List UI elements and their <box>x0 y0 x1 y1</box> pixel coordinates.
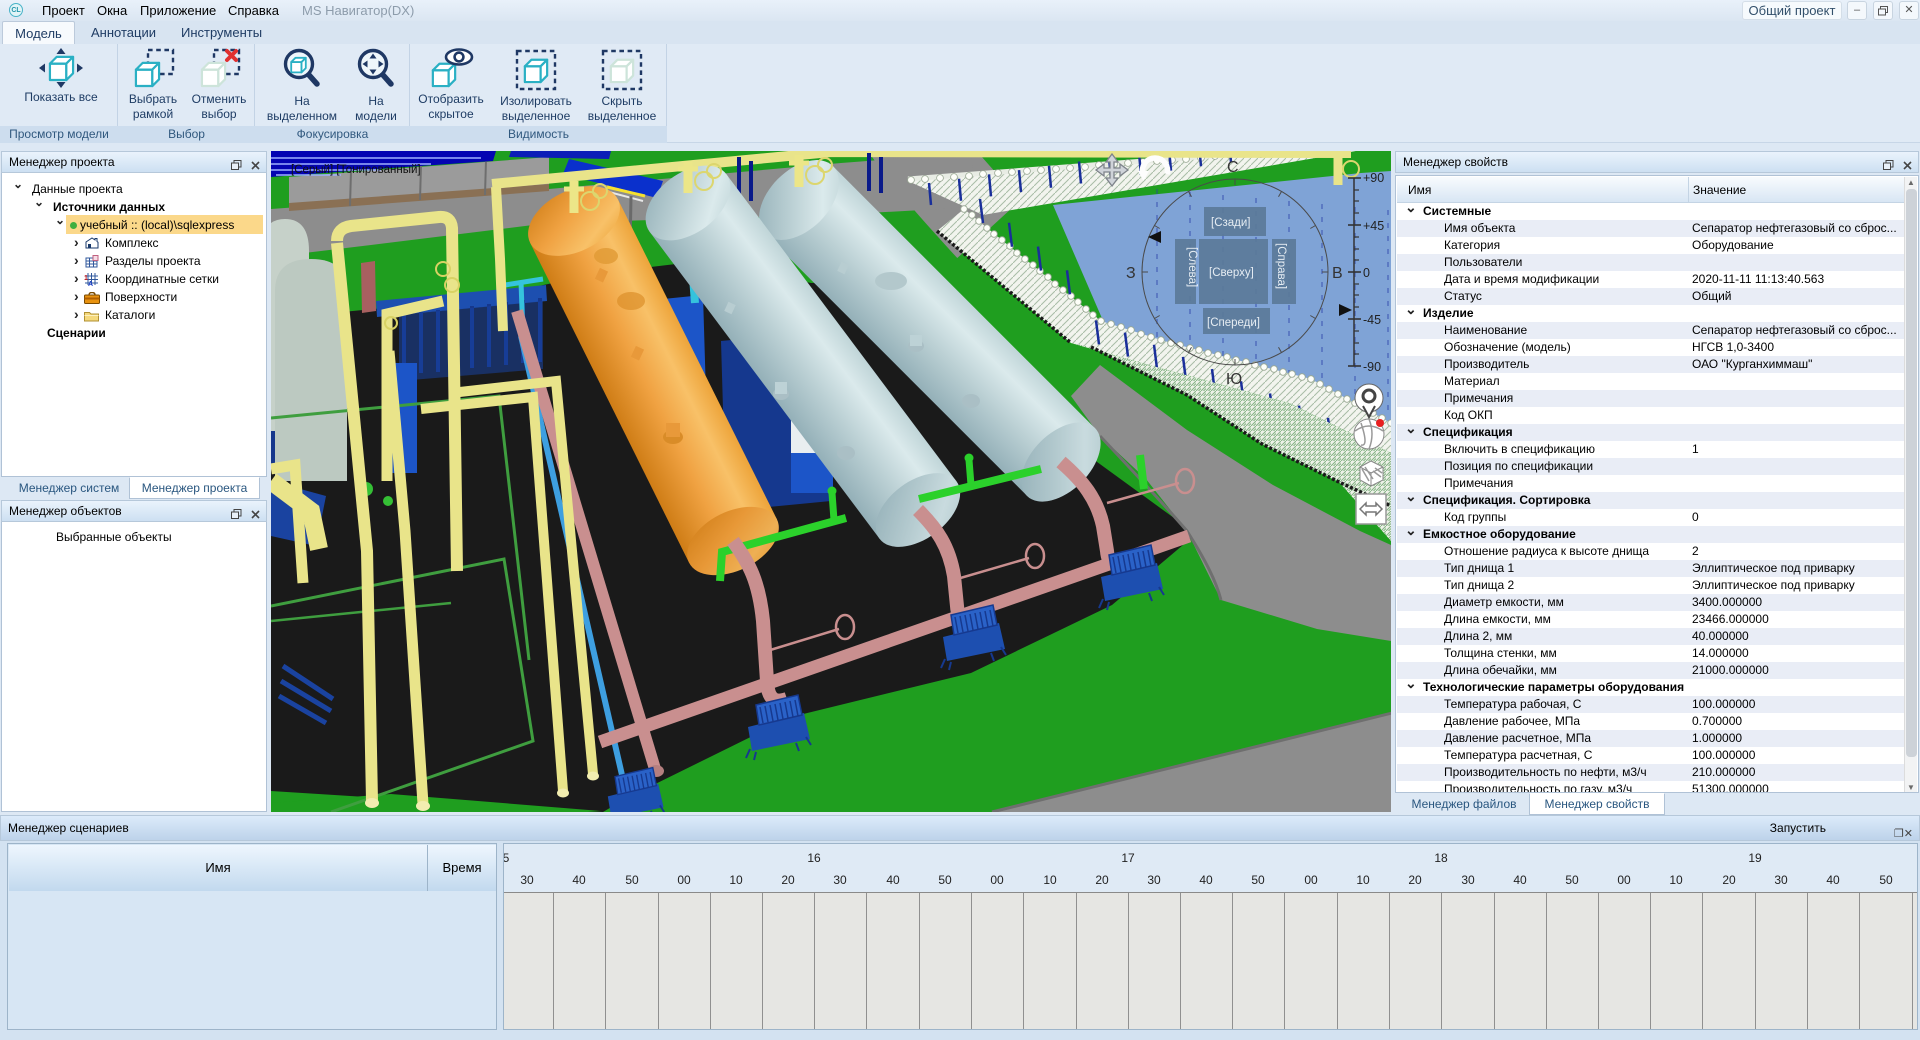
svg-text:[Справа]: [Справа] <box>1275 243 1287 289</box>
svg-text:0: 0 <box>1363 266 1370 280</box>
svg-text:[Слева]: [Слева] <box>1186 247 1198 287</box>
svg-text:-45: -45 <box>1363 313 1381 327</box>
svg-text:+90: +90 <box>1363 171 1384 185</box>
svg-text:Ю: Ю <box>1226 371 1242 388</box>
svg-text:[Сверху]: [Сверху] <box>1209 267 1254 279</box>
svg-text:В: В <box>1332 265 1343 282</box>
svg-text:С: С <box>1227 159 1239 176</box>
svg-text:[Сзади]: [Сзади] <box>1211 217 1251 229</box>
svg-text:-90: -90 <box>1363 360 1381 374</box>
svg-text:А: А <box>88 281 93 286</box>
svg-text:+45: +45 <box>1363 219 1384 233</box>
svg-text:[Серый] [Тонированный]: [Серый] [Тонированный] <box>291 164 421 176</box>
svg-text:З: З <box>1126 265 1136 282</box>
svg-text:[Спереди]: [Спереди] <box>1207 317 1260 329</box>
